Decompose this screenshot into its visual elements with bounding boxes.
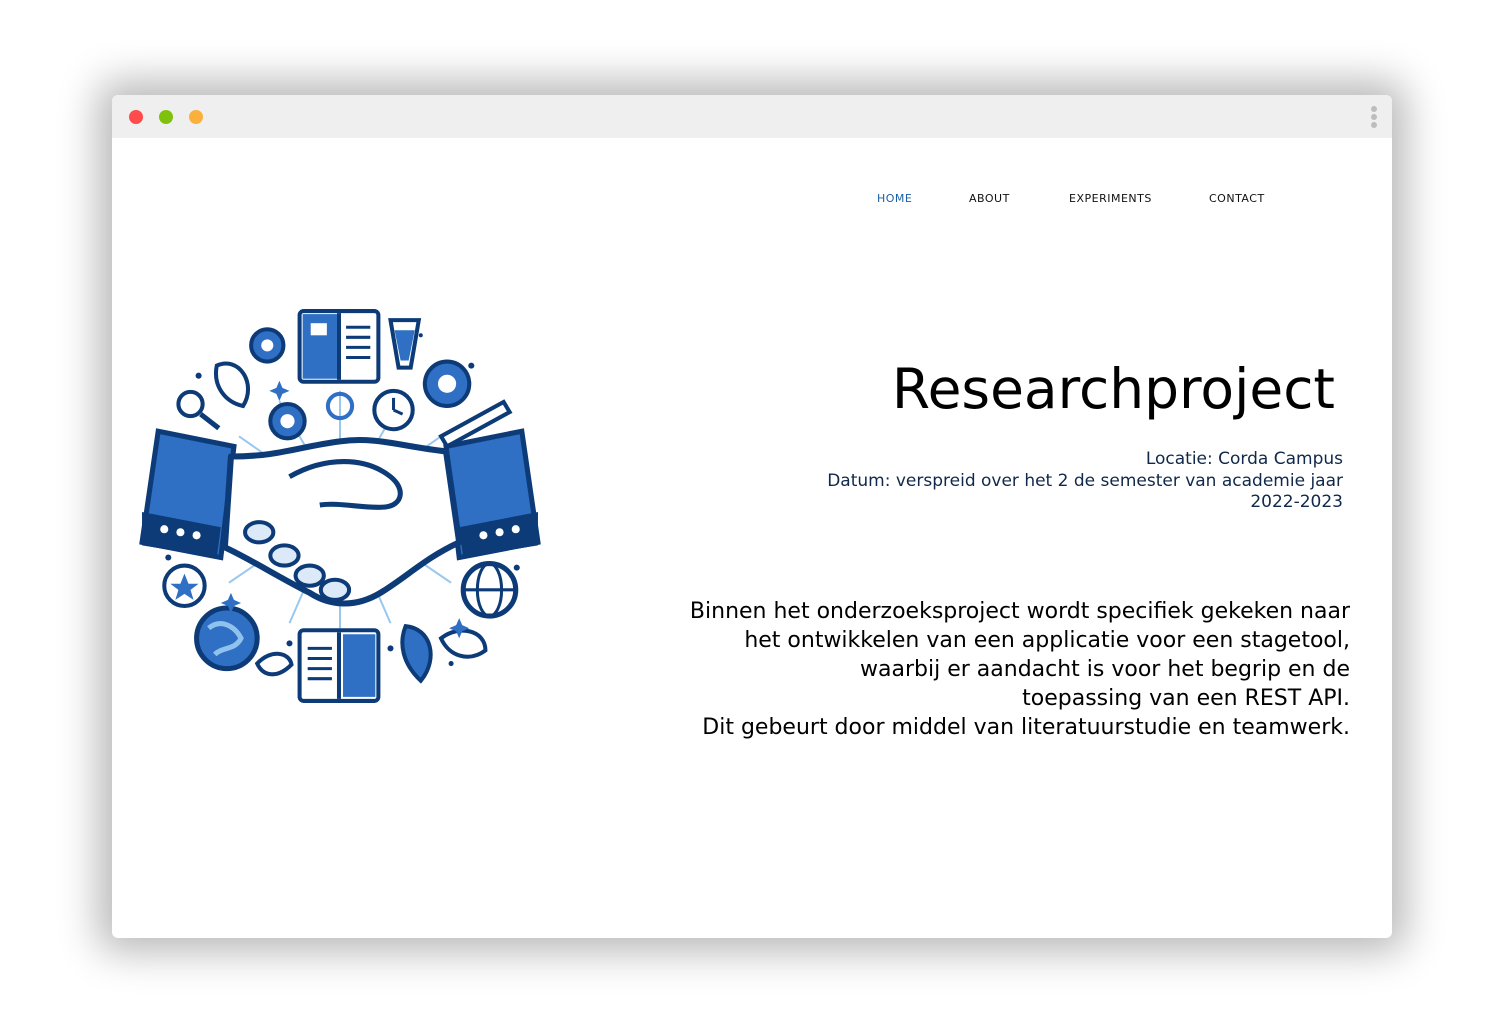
project-description: Binnen het onderzoeksproject wordt speci… (590, 597, 1350, 742)
browser-window: HOME ABOUT EXPERIMENTS CONTACT Researchp… (112, 95, 1392, 938)
maximize-window-button[interactable] (189, 110, 203, 124)
nav-about-link[interactable]: ABOUT (969, 192, 1010, 205)
description-line: waarbij er aandacht is voor het begrip e… (860, 657, 1350, 682)
handshake-research-illustration-icon (139, 309, 541, 703)
nav-experiments-link[interactable]: EXPERIMENTS (1069, 192, 1152, 205)
academic-year-text: 2022-2023 (1250, 492, 1343, 512)
description-line: toepassing van een REST API. (1022, 686, 1350, 711)
description-line: Dit gebeurt door middel van literatuurst… (702, 715, 1350, 740)
window-titlebar (112, 95, 1392, 138)
description-line: het ontwikkelen van een applicatie voor … (744, 628, 1350, 653)
nav-home-link[interactable]: HOME (877, 192, 912, 205)
description-line: Binnen het onderzoeksproject wordt speci… (689, 599, 1350, 624)
nav-contact-link[interactable]: CONTACT (1209, 192, 1265, 205)
project-meta: Locatie: Corda Campus Datum: verspreid o… (723, 449, 1343, 514)
main-nav: HOME ABOUT EXPERIMENTS CONTACT (112, 192, 1392, 208)
location-text: Locatie: Corda Campus (1145, 449, 1343, 469)
close-window-button[interactable] (129, 110, 143, 124)
date-text: Datum: verspreid over het 2 de semester … (827, 470, 1343, 491)
more-options-icon[interactable] (1370, 106, 1378, 130)
page-title: Researchproject (891, 357, 1335, 421)
minimize-window-button[interactable] (159, 110, 173, 124)
